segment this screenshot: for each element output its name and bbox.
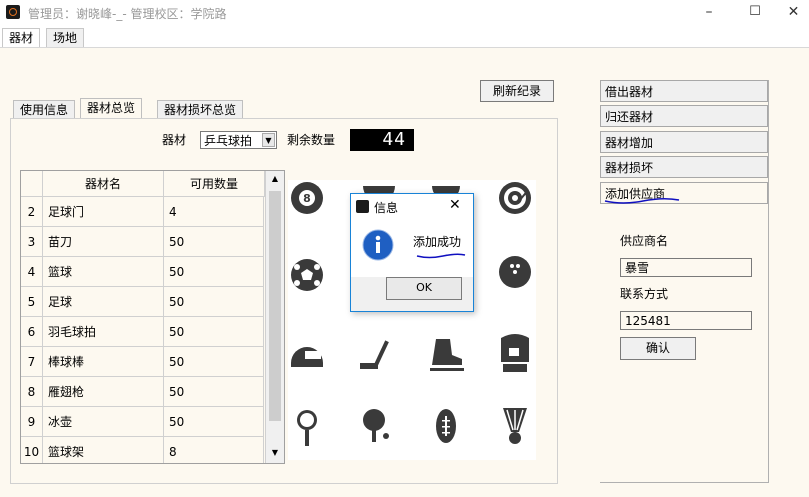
add-equipment-button[interactable]: 器材增加 (600, 131, 768, 153)
annotation-underline (416, 253, 466, 259)
table-row[interactable]: 6 羽毛球拍 50 (21, 317, 265, 347)
dialog-title-bar: 信息 ✕ (351, 194, 473, 219)
row-index: 2 (21, 197, 43, 227)
cell-name[interactable]: 篮球架 (43, 437, 164, 463)
cell-qty[interactable]: 50 (164, 347, 264, 377)
cell-name[interactable]: 足球 (43, 287, 164, 317)
cell-name[interactable]: 雁翅枪 (43, 377, 164, 407)
damage-equipment-button[interactable]: 器材损坏 (600, 156, 768, 178)
row-header-corner (21, 171, 43, 197)
cell-name[interactable]: 苗刀 (43, 227, 164, 257)
cell-qty[interactable]: 50 (164, 227, 264, 257)
cell-name[interactable]: 篮球 (43, 257, 164, 287)
dialog-close-icon[interactable]: ✕ (449, 197, 461, 213)
supplier-name-input[interactable]: 暴雪 (620, 258, 752, 277)
dialog-title: 信息 (374, 201, 399, 215)
cell-qty[interactable]: 50 (164, 407, 264, 437)
cell-qty[interactable]: 50 (164, 377, 264, 407)
dialog-body: 添加成功 (351, 219, 473, 277)
cell-name[interactable]: 足球门 (43, 197, 164, 227)
column-header-qty[interactable]: 可用数量 (164, 171, 265, 197)
row-index: 10 (21, 437, 43, 463)
golf-tee-icon (297, 410, 317, 446)
refresh-button[interactable]: 刷新纪录 (480, 80, 554, 102)
contact-label: 联系方式 (620, 287, 669, 301)
equipment-select-value: 乒乓球拍 (204, 134, 253, 148)
remaining-label: 剩余数量 (287, 133, 336, 147)
main-tab-bar: 器材 场地 (0, 28, 809, 48)
table-row[interactable]: 10 篮球架 8 (21, 437, 265, 463)
close-button[interactable]: ✕ (778, 0, 809, 26)
column-header-name[interactable]: 器材名 (43, 171, 164, 197)
window-title: 管理员：谢晓峰-_- 管理校区：学院路 (28, 7, 227, 21)
app-icon (6, 5, 20, 19)
row-index: 4 (21, 257, 43, 287)
scroll-thumb[interactable] (269, 191, 281, 421)
boxing-glove-icon (501, 334, 529, 372)
contact-input[interactable]: 125481 (620, 311, 752, 330)
table-row[interactable]: 9 冰壶 50 (21, 407, 265, 437)
cell-qty[interactable]: 4 (164, 197, 264, 227)
row-index: 6 (21, 317, 43, 347)
table-row[interactable]: 4 篮球 50 (21, 257, 265, 287)
cell-name[interactable]: 羽毛球拍 (43, 317, 164, 347)
cell-name[interactable]: 棒球棒 (43, 347, 164, 377)
title-bar: 管理员：谢晓峰-_- 管理校区：学院路 – ☐ ✕ (0, 0, 809, 26)
info-icon (362, 229, 394, 261)
cell-qty[interactable]: 50 (164, 317, 264, 347)
soccer-ball-icon (291, 259, 323, 291)
table-scrollbar[interactable]: ▲ ▼ (265, 171, 284, 463)
dart-target-icon (499, 182, 531, 214)
row-index: 7 (21, 347, 43, 377)
scroll-up-icon[interactable]: ▲ (266, 171, 284, 187)
table-row[interactable]: 7 棒球棒 50 (21, 347, 265, 377)
supplier-name-label: 供应商名 (620, 234, 669, 248)
table-row[interactable]: 5 足球 50 (21, 287, 265, 317)
cell-name[interactable]: 冰壶 (43, 407, 164, 437)
bowling-ball-icon (499, 256, 531, 288)
ok-button[interactable]: OK (386, 277, 462, 300)
chevron-down-icon[interactable]: ▼ (262, 133, 275, 147)
tab-equipment-overview[interactable]: 器材总览 (80, 98, 143, 119)
equipment-label: 器材 (162, 133, 187, 147)
ice-skate-icon (430, 339, 464, 371)
tab-venue[interactable]: 场地 (46, 28, 85, 47)
cell-qty[interactable]: 50 (164, 257, 264, 287)
hockey-stick-icon (360, 340, 389, 369)
annotation-underline (604, 197, 680, 204)
app-icon (356, 200, 369, 213)
remaining-count-display: 44 (350, 129, 414, 151)
confirm-button[interactable]: 确认 (620, 337, 696, 360)
helmet-icon (291, 347, 323, 367)
table-row[interactable]: 3 苗刀 50 (21, 227, 265, 257)
return-equipment-button[interactable]: 归还器材 (600, 105, 768, 127)
cell-qty[interactable]: 50 (164, 287, 264, 317)
ping-pong-paddle-icon (363, 409, 389, 442)
lend-equipment-button[interactable]: 借出器材 (600, 80, 768, 102)
equipment-select[interactable]: 乒乓球拍 ▼ (200, 131, 277, 149)
svg-text:8: 8 (303, 192, 311, 205)
cell-qty[interactable]: 8 (164, 437, 264, 463)
shuttlecock-icon (503, 408, 527, 444)
row-index: 9 (21, 407, 43, 437)
tab-equipment[interactable]: 器材 (2, 28, 41, 47)
maximize-button[interactable]: ☐ (732, 0, 778, 26)
row-index: 3 (21, 227, 43, 257)
info-dialog: 信息 ✕ 添加成功 OK (350, 193, 474, 312)
dialog-message: 添加成功 (413, 235, 462, 249)
tab-damage-overview[interactable]: 器材损坏总览 (157, 100, 244, 119)
row-index: 5 (21, 287, 43, 317)
table-row[interactable]: 2 足球门 4 (21, 197, 265, 227)
row-index: 8 (21, 377, 43, 407)
scroll-down-icon[interactable]: ▼ (266, 445, 284, 461)
rugby-ball-icon (436, 409, 456, 443)
billiard-ball-icon: 8 (291, 182, 323, 214)
tab-usage-info[interactable]: 使用信息 (13, 100, 76, 119)
equipment-table: 器材名 可用数量 2 足球门 4 3 苗刀 50 4 篮球 50 5 足球 50 6 羽毛球拍 50 7 棒球棒… (20, 170, 285, 464)
table-row[interactable]: 8 雁翅枪 50 (21, 377, 265, 407)
minimize-button[interactable]: – (686, 0, 732, 26)
